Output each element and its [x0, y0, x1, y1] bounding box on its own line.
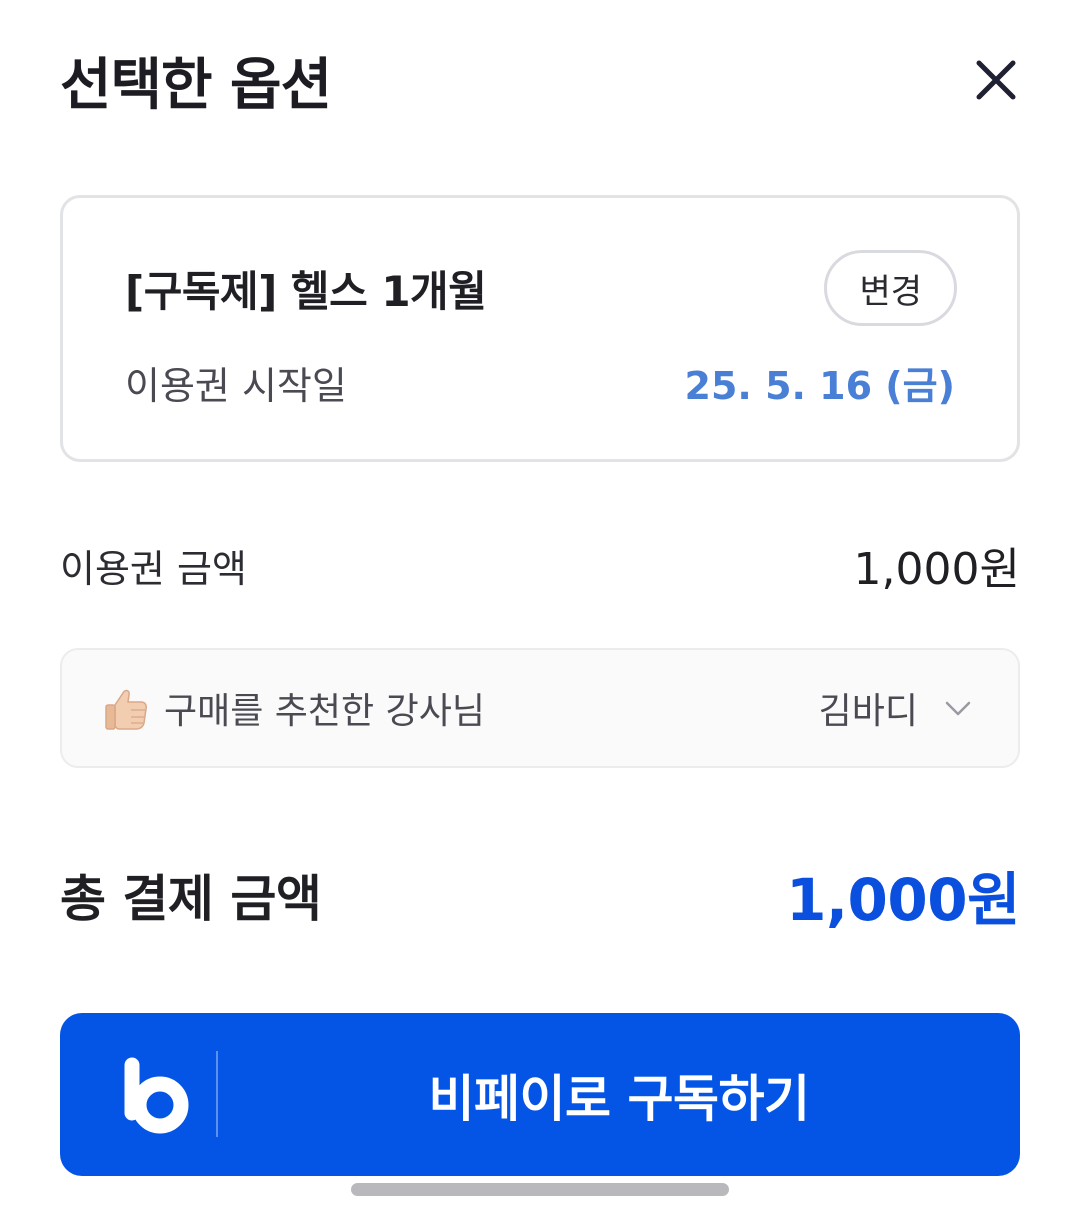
change-button[interactable]: 변경 — [824, 250, 957, 326]
close-icon — [976, 60, 1016, 100]
option-product-row: [구독제] 헬스 1개월 변경 — [125, 246, 957, 330]
bpay-subscribe-button[interactable]: 비페이로 구독하기 — [60, 1013, 1020, 1176]
sheet-title: 선택한 옵션 — [60, 52, 332, 118]
total-payment-row: 총 결제 금액 1,000원 — [60, 855, 1020, 935]
option-card: [구독제] 헬스 1개월 변경 이용권 시작일 25. 5. 16 (금) — [60, 195, 1020, 462]
home-indicator — [351, 1183, 729, 1196]
thumbs-up-icon — [100, 682, 152, 734]
instructor-label: 구매를 추천한 강사님 — [164, 691, 485, 732]
ticket-price-label: 이용권 금액 — [60, 546, 247, 591]
instructor-right-group: 김바디 — [819, 682, 974, 734]
total-payment-label: 총 결제 금액 — [60, 870, 322, 928]
chevron-down-icon — [942, 692, 974, 724]
start-date-label: 이용권 시작일 — [125, 363, 347, 408]
start-date-value: 25. 5. 16 (금) — [684, 363, 955, 408]
close-button[interactable] — [966, 50, 1026, 110]
instructor-name: 김바디 — [818, 691, 918, 732]
selected-option-sheet: 선택한 옵션 [구독제] 헬스 1개월 변경 이용권 시작일 25. 5. 16… — [0, 0, 1080, 1212]
sheet-header: 선택한 옵션 — [60, 40, 1020, 120]
bpay-logo-icon — [124, 1057, 189, 1134]
total-payment-value: 1,000원 — [786, 866, 1020, 934]
product-name: [구독제] 헬스 1개월 — [125, 266, 487, 316]
recommending-instructor-select[interactable]: 구매를 추천한 강사님 김바디 — [60, 648, 1020, 768]
ticket-price-value: 1,000원 — [853, 544, 1020, 595]
subscribe-button-label: 비페이로 구독하기 — [428, 1069, 810, 1128]
ticket-price-row: 이용권 금액 1,000원 — [60, 532, 1020, 598]
start-date-row: 이용권 시작일 25. 5. 16 (금) — [125, 352, 955, 412]
instructor-left-group: 구매를 추천한 강사님 — [100, 682, 485, 734]
